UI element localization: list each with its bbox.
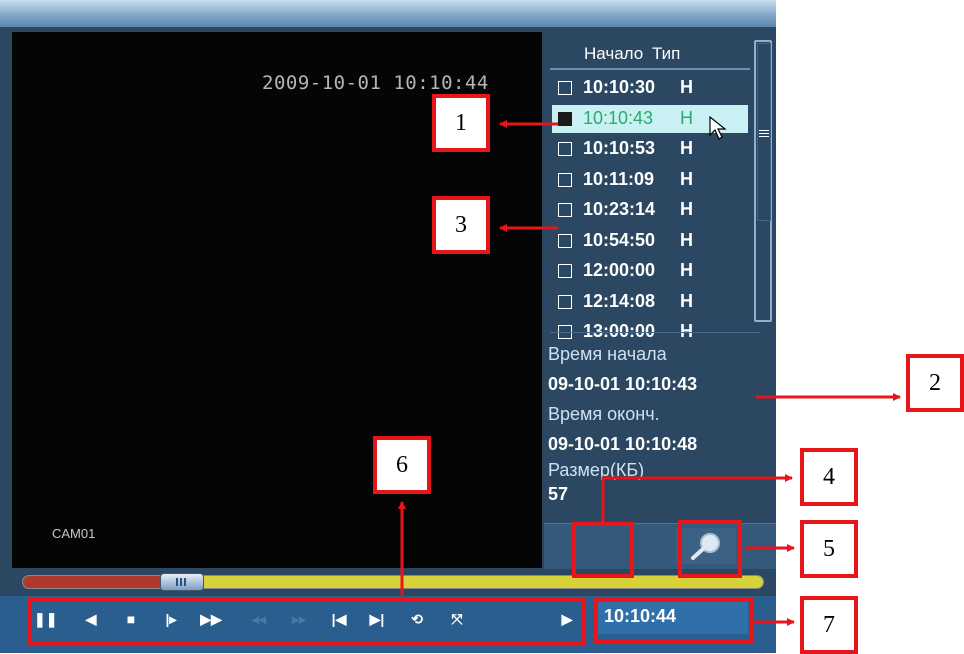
callout-1: 1 — [432, 94, 490, 152]
file-list-panel: Начало Тип 10:10:30 H 10:10:43 H 10:10:53 H 10… — [544, 32, 776, 568]
file-type: H — [680, 229, 693, 250]
file-type: H — [680, 107, 693, 128]
callout-7: 7 — [800, 596, 858, 654]
callout-4: 4 — [800, 448, 858, 506]
osd-timestamp: 2009-10-01 10:10:44 — [262, 72, 489, 94]
column-header-start: Начало — [584, 44, 644, 63]
file-checkbox[interactable] — [558, 233, 572, 248]
end-time-label: Время оконч. — [548, 404, 660, 424]
callout-3: 3 — [432, 196, 490, 254]
file-type: H — [680, 168, 693, 189]
file-list-header: Начало Тип — [584, 44, 684, 64]
file-type: H — [680, 138, 693, 158]
highlight-backup-button — [572, 522, 634, 578]
file-list-item[interactable]: 10:10:30 H — [552, 74, 748, 102]
callout-5: 5 — [800, 520, 858, 578]
info-divider — [550, 332, 760, 333]
progress-slider-handle[interactable] — [160, 573, 204, 591]
file-type: H — [680, 199, 693, 219]
highlight-current-time — [594, 598, 754, 644]
file-type: H — [680, 77, 693, 97]
file-checkbox[interactable] — [558, 264, 572, 278]
file-list-item[interactable]: 10:54:50 H — [552, 227, 748, 255]
start-time-value: 09-10-01 10:10:43 — [548, 374, 698, 394]
file-size-label: Размер(КБ) — [548, 460, 645, 480]
highlight-playback-controls — [28, 598, 586, 646]
scroll-thumb[interactable] — [757, 43, 771, 221]
file-list-scrollbar[interactable] — [754, 40, 772, 322]
file-type: H — [680, 290, 693, 311]
highlight-search-button — [678, 520, 742, 578]
file-start-time: 10:11:09 — [583, 168, 655, 189]
column-header-type: Тип — [651, 44, 681, 63]
playback-screen: 2009-10-01 10:10:44 CAM01 Начало Тип 10:… — [0, 0, 776, 653]
file-list-item[interactable]: 12:14:08 H — [552, 288, 748, 316]
file-checkbox[interactable] — [558, 81, 572, 95]
file-size-value: 57 — [548, 484, 569, 504]
file-start-time: 12:00:00 — [583, 260, 656, 280]
playback-progress-bar[interactable] — [22, 575, 764, 589]
file-list-item[interactable]: 10:23:14 H — [552, 196, 748, 224]
file-checkbox[interactable] — [558, 294, 572, 309]
file-list-item[interactable]: 10:11:09 H — [552, 166, 748, 194]
callout-6: 6 — [373, 436, 431, 494]
file-type: H — [680, 260, 693, 280]
file-checkbox[interactable] — [558, 142, 572, 156]
file-list-item[interactable]: 10:10:53 H — [552, 135, 748, 163]
header-divider — [550, 68, 750, 70]
callout-2: 2 — [906, 354, 964, 412]
file-start-time: 10:10:43 — [583, 107, 654, 128]
file-list-item[interactable]: 12:00:00 H — [552, 257, 748, 285]
file-checkbox[interactable] — [558, 111, 572, 126]
file-start-time: 12:14:08 — [583, 290, 656, 311]
file-start-time: 10:54:50 — [583, 229, 656, 250]
window-title-bar — [0, 0, 776, 27]
file-start-time: 10:23:14 — [583, 199, 656, 219]
file-start-time: 10:10:53 — [583, 138, 656, 158]
start-time-label: Время начала — [548, 344, 667, 364]
file-start-time: 10:10:30 — [583, 77, 656, 97]
camera-label: CAM01 — [52, 526, 96, 541]
scroll-grip-icon — [759, 130, 769, 138]
file-checkbox[interactable] — [558, 172, 572, 187]
file-list-item[interactable]: 10:10:43 H — [552, 104, 748, 140]
file-checkbox[interactable] — [558, 203, 572, 217]
end-time-value: 09-10-01 10:10:48 — [548, 434, 698, 454]
